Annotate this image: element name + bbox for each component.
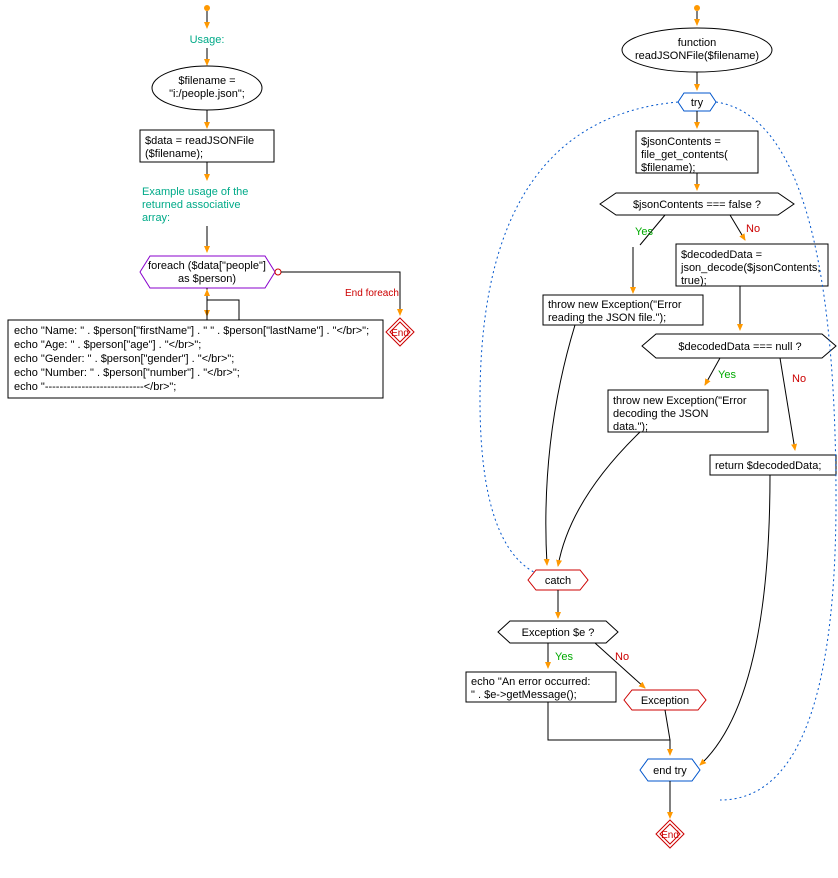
svg-text:($filename);: ($filename); (145, 148, 203, 160)
svg-text:$filename);: $filename); (641, 162, 695, 174)
svg-text:as $person): as $person) (178, 273, 236, 285)
svg-text:$decodedData =: $decodedData = (681, 249, 762, 261)
right-flowchart: function readJSONFile($filename) try $js… (466, 5, 836, 848)
svg-text:"i:/people.json";: "i:/people.json"; (169, 88, 245, 100)
svg-text:End: End (661, 830, 679, 841)
example-label: Example usage of the (142, 186, 248, 198)
svg-text:No: No (615, 651, 629, 663)
svg-text:$filename =: $filename = (178, 75, 235, 87)
svg-text:" . $e->getMessage();: " . $e->getMessage(); (471, 689, 577, 701)
svg-text:throw new Exception("Error: throw new Exception("Error (548, 299, 682, 311)
json-contents-node: $jsonContents = file_get_contents( $file… (636, 131, 758, 174)
return-node: return $decodedData; (710, 455, 836, 475)
svg-text:Exception: Exception (641, 695, 689, 707)
svg-text:decoding the JSON: decoding the JSON (613, 408, 708, 420)
end-node-left: End (386, 318, 414, 346)
svg-text:Yes: Yes (718, 369, 736, 381)
svg-text:No: No (746, 223, 760, 235)
cond3-node: Exception $e ? (498, 621, 618, 643)
svg-text:return $decodedData;: return $decodedData; (715, 460, 821, 472)
data-assign-node: $data = readJSONFile ($filename); (140, 130, 274, 162)
exception-node: Exception (624, 690, 706, 710)
left-flowchart: Usage: $filename = "i:/people.json"; $da… (8, 5, 414, 398)
svg-text:Yes: Yes (555, 651, 573, 663)
svg-text:$jsonContents === false ?: $jsonContents === false ? (633, 199, 761, 211)
function-node: function readJSONFile($filename) (622, 28, 772, 72)
throw2-node: throw new Exception("Error decoding the … (608, 390, 768, 433)
filename-node: $filename = "i:/people.json"; (152, 66, 262, 110)
svg-text:file_get_contents(: file_get_contents( (641, 149, 728, 161)
throw1-node: throw new Exception("Error reading the J… (543, 295, 703, 325)
svg-text:$decodedData === null ?: $decodedData === null ? (678, 341, 801, 353)
end-node-right: End (656, 820, 684, 848)
svg-text:reading the JSON file.");: reading the JSON file."); (548, 312, 666, 324)
svg-text:echo "Name: " . $person["first: echo "Name: " . $person["firstName"] . "… (14, 325, 369, 337)
svg-text:End: End (391, 328, 409, 339)
svg-text:catch: catch (545, 575, 571, 587)
usage-label: Usage: (190, 34, 225, 46)
catch-node: catch (528, 570, 588, 590)
svg-text:end try: end try (653, 765, 687, 777)
svg-text:readJSONFile($filename): readJSONFile($filename) (635, 50, 759, 62)
cond1-node: $jsonContents === false ? (600, 193, 794, 215)
svg-text:echo "An error occurred:: echo "An error occurred: (471, 676, 590, 688)
echo-block-node: echo "Name: " . $person["firstName"] . "… (8, 320, 383, 398)
cond2-node: $decodedData === null ? (642, 334, 836, 358)
end-try-node: end try (640, 759, 700, 781)
svg-text:$jsonContents =: $jsonContents = (641, 136, 721, 148)
svg-text:echo "Age: " . $person["age"]: echo "Age: " . $person["age"] . "</br>"; (14, 339, 201, 351)
svg-text:No: No (792, 373, 806, 385)
svg-text:json_decode($jsonContents,: json_decode($jsonContents, (680, 262, 820, 274)
svg-text:Exception $e ?: Exception $e ? (522, 627, 595, 639)
svg-text:try: try (691, 97, 704, 109)
end-foreach-label: End foreach (345, 288, 399, 299)
svg-text:array:: array: (142, 212, 170, 224)
foreach-node: foreach ($data["people"] as $person) (140, 256, 275, 288)
svg-text:data.");: data."); (613, 421, 648, 433)
svg-text:returned associative: returned associative (142, 199, 240, 211)
echo-err-node: echo "An error occurred: " . $e->getMess… (466, 672, 616, 702)
svg-text:foreach ($data["people"]: foreach ($data["people"] (148, 260, 266, 272)
svg-text:function: function (678, 37, 717, 49)
svg-text:echo "------------------------: echo "---------------------------</br>"; (14, 381, 176, 393)
svg-text:$data = readJSONFile: $data = readJSONFile (145, 135, 254, 147)
svg-text:echo "Number: " . $person["num: echo "Number: " . $person["number"] . "<… (14, 367, 240, 379)
try-node: try (678, 93, 716, 111)
decoded-data-node: $decodedData = json_decode($jsonContents… (676, 244, 828, 287)
svg-text:echo "Gender: " . $person["gen: echo "Gender: " . $person["gender"] . "<… (14, 353, 234, 365)
svg-text:true);: true); (681, 275, 707, 287)
svg-text:Yes: Yes (635, 226, 653, 238)
svg-text:throw new Exception("Error: throw new Exception("Error (613, 395, 747, 407)
